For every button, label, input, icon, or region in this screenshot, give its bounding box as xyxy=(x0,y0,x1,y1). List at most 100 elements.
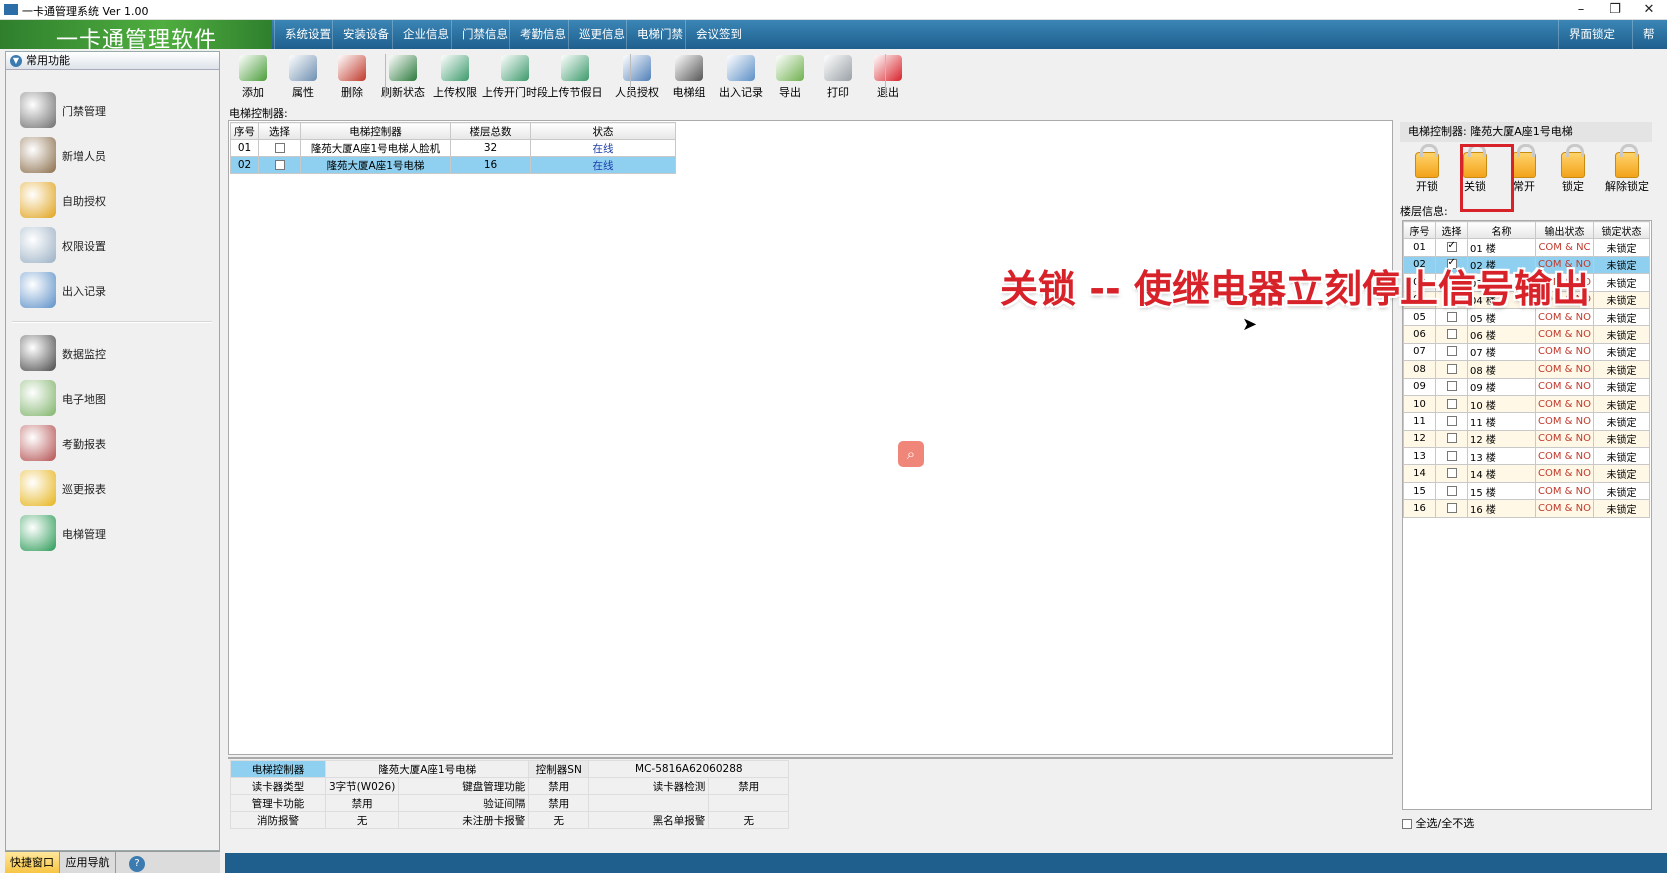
tab-app-navigation[interactable]: 应用导航 xyxy=(60,852,116,873)
menu-item-6[interactable]: 电梯门禁 xyxy=(626,20,693,49)
floor-checkbox[interactable] xyxy=(1446,468,1457,479)
column-header[interactable]: 序号 xyxy=(230,122,259,140)
floor-row[interactable]: 09 09 楼 COM & NO 未锁定 xyxy=(1403,377,1650,396)
floor-checkbox[interactable] xyxy=(1446,329,1457,340)
floor-row[interactable]: 01 01 楼COM & NC未锁定 xyxy=(1403,238,1650,257)
toolbar-print-button[interactable]: 打印 xyxy=(818,52,858,100)
toolbar-add-button[interactable]: 添加 xyxy=(232,52,274,100)
floor-count: 16 xyxy=(450,156,531,174)
floor-row[interactable]: 10 10 楼 COM & NO 未锁定 xyxy=(1403,394,1650,414)
table-row[interactable]: 02 隆苑大厦A座1号电梯 16 在线 xyxy=(230,156,676,174)
floor-select-cell[interactable] xyxy=(1435,499,1468,518)
menu-lock-ui[interactable]: 界面锁定 xyxy=(1558,20,1625,49)
floor-checkbox[interactable] xyxy=(1446,450,1457,461)
toolbar-properties-button[interactable]: 属性 xyxy=(281,52,325,100)
sidebar-item-card[interactable]: 自助授权 xyxy=(20,180,200,220)
floor-select-cell[interactable] xyxy=(1435,360,1468,379)
floor-checkbox[interactable] xyxy=(1446,398,1457,409)
unlock-button[interactable]: 开锁 xyxy=(1404,144,1450,198)
floor-column-header[interactable]: 锁定状态 xyxy=(1593,220,1650,240)
floor-row[interactable]: 06 06 楼 COM & NO 未锁定 xyxy=(1403,325,1650,344)
toolbar-export-button[interactable]: 导出 xyxy=(770,52,810,100)
table-row[interactable]: 01 隆苑大厦A座1号电梯人脸机 32 在线 xyxy=(230,139,676,157)
sidebar-header[interactable]: ▼ 常用功能 xyxy=(6,52,219,70)
toolbar-upload-time-button[interactable]: 上传开门时段 xyxy=(482,52,548,100)
sidebar-item-patrol[interactable]: 巡更报表 xyxy=(20,468,200,508)
column-header[interactable]: 电梯控制器 xyxy=(300,122,451,140)
menu-help[interactable]: 帮助 xyxy=(1632,20,1667,70)
toolbar-person-auth-button[interactable]: 人员授权 xyxy=(612,52,662,100)
row-select-cell[interactable] xyxy=(258,139,301,157)
help-icon[interactable]: ? xyxy=(126,852,148,873)
sidebar-item-map[interactable]: 电子地图 xyxy=(20,378,200,418)
sidebar-item-door-access[interactable]: 门禁管理 xyxy=(20,90,200,130)
floor-select-cell[interactable] xyxy=(1435,377,1468,396)
floor-checkbox[interactable] xyxy=(1446,485,1457,496)
toolbar-elevator-group-button[interactable]: 电梯组 xyxy=(668,52,710,100)
floor-select-cell[interactable] xyxy=(1435,429,1468,449)
menu-item-7[interactable]: 会议签到 xyxy=(685,20,752,49)
maximize-button[interactable]: ❐ xyxy=(1600,1,1630,19)
floor-row[interactable]: 12 12 楼 COM & NO 未锁定 xyxy=(1403,429,1650,449)
select-all-checkbox[interactable]: 全选/全不选 xyxy=(1402,815,1474,831)
sidebar-item-person[interactable]: 新增人员 xyxy=(20,135,200,175)
toolbar-upload-holiday-button[interactable]: 上传节假日 xyxy=(542,52,608,100)
menu-item-4[interactable]: 考勤信息 xyxy=(509,20,576,49)
floor-select-cell[interactable] xyxy=(1435,412,1468,431)
floor-checkbox[interactable] xyxy=(1446,240,1457,253)
sidebar-item-settings-doc[interactable]: 权限设置 xyxy=(20,225,200,265)
floor-row[interactable]: 14 14 楼 COM & NO 未锁定 xyxy=(1403,464,1650,483)
column-header[interactable]: 楼层总数 xyxy=(450,122,531,140)
menu-item-0[interactable]: 系统设置 xyxy=(274,20,341,49)
column-header[interactable]: 选择 xyxy=(258,122,301,140)
floor-column-header[interactable]: 序号 xyxy=(1403,220,1436,240)
floor-select-cell[interactable] xyxy=(1435,342,1468,362)
column-header[interactable]: 状态 xyxy=(530,122,676,140)
release-lock-button[interactable]: 解除锁定 xyxy=(1604,144,1650,198)
row-select-cell[interactable] xyxy=(258,156,301,174)
toolbar-power-button[interactable]: 退出 xyxy=(868,52,908,100)
floor-row[interactable]: 08 08 楼 COM & NO 未锁定 xyxy=(1403,360,1650,379)
floor-checkbox[interactable] xyxy=(1446,433,1457,444)
floor-row[interactable]: 13 13 楼 COM & NO 未锁定 xyxy=(1403,447,1650,466)
floor-checkbox[interactable] xyxy=(1446,502,1457,513)
floor-select-cell[interactable] xyxy=(1435,238,1468,257)
floor-name: 13 楼 xyxy=(1467,447,1536,466)
tab-shortcut-window[interactable]: 快捷窗口 xyxy=(5,852,60,873)
menu-item-3[interactable]: 门禁信息 xyxy=(451,20,518,49)
floor-checkbox[interactable] xyxy=(1446,415,1457,426)
search-icon[interactable]: ⌕ xyxy=(898,441,924,467)
select-all-box[interactable] xyxy=(1402,819,1412,829)
sidebar-item-magnifier[interactable]: 出入记录 xyxy=(20,270,200,310)
floor-column-header[interactable]: 名称 xyxy=(1467,220,1536,240)
floor-checkbox[interactable] xyxy=(1446,346,1457,357)
floor-column-header[interactable]: 输出状态 xyxy=(1535,220,1594,240)
floor-row[interactable]: 16 16 楼 COM & NO 未锁定 xyxy=(1403,499,1650,518)
floor-select-cell[interactable] xyxy=(1435,464,1468,483)
lock-button[interactable]: 锁定 xyxy=(1550,144,1596,198)
minimize-button[interactable]: – xyxy=(1566,1,1596,19)
close-button[interactable]: ✕ xyxy=(1634,1,1664,19)
menu-item-2[interactable]: 企业信息 xyxy=(392,20,459,49)
floor-checkbox[interactable] xyxy=(1446,311,1457,322)
floor-column-header[interactable]: 选择 xyxy=(1435,220,1468,240)
floor-row[interactable]: 15 15 楼 COM & NO 未锁定 xyxy=(1403,481,1650,501)
floor-checkbox[interactable] xyxy=(1446,381,1457,392)
sidebar-item-camera[interactable]: 数据监控 xyxy=(20,333,200,373)
toolbar-delete-button[interactable]: 删除 xyxy=(330,52,374,100)
floor-select-cell[interactable] xyxy=(1435,394,1468,414)
menu-item-5[interactable]: 巡更信息 xyxy=(568,20,635,49)
toolbar-upload-button[interactable]: 上传权限 xyxy=(430,52,480,100)
floor-checkbox[interactable] xyxy=(1446,363,1457,374)
sidebar-item-elevator[interactable]: 电梯管理 xyxy=(20,513,200,553)
floor-select-cell[interactable] xyxy=(1435,481,1468,501)
row-checkbox[interactable] xyxy=(274,160,285,170)
row-checkbox[interactable] xyxy=(274,143,285,153)
floor-row[interactable]: 07 07 楼 COM & NO 未锁定 xyxy=(1403,342,1650,362)
floor-select-cell[interactable] xyxy=(1435,325,1468,344)
toolbar-record-search-button[interactable]: 出入记录 xyxy=(716,52,766,100)
sidebar-item-clock[interactable]: 考勤报表 xyxy=(20,423,200,463)
floor-select-cell[interactable] xyxy=(1435,447,1468,466)
floor-row[interactable]: 11 11 楼 COM & NO 未锁定 xyxy=(1403,412,1650,431)
menu-item-1[interactable]: 安装设备 xyxy=(332,20,399,49)
